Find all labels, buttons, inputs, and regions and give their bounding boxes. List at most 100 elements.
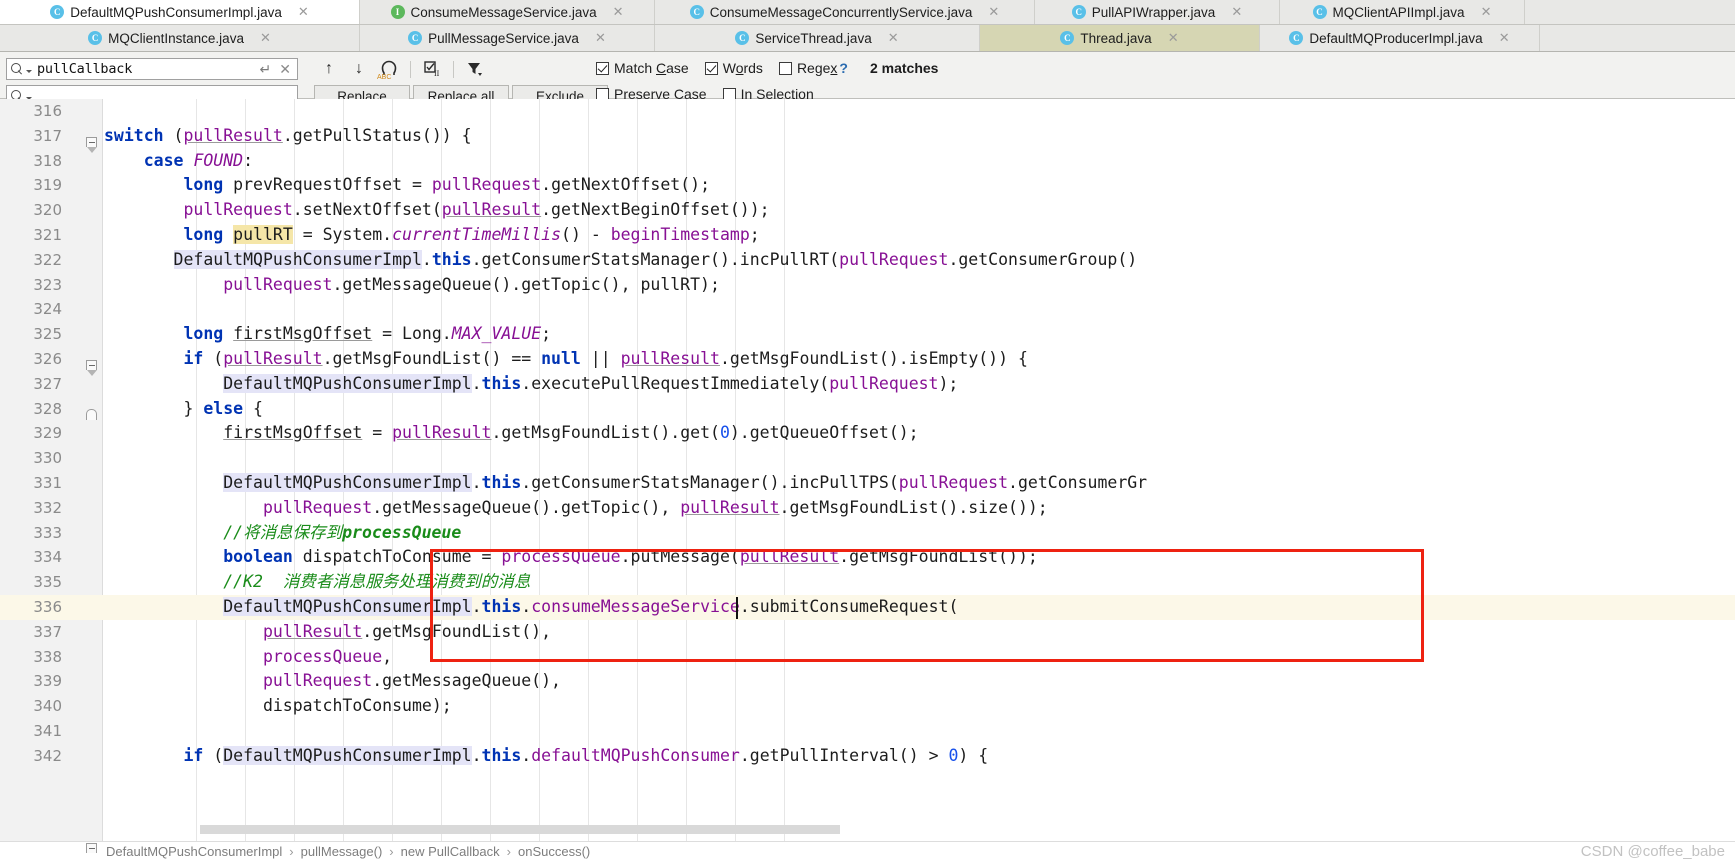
code-line[interactable]: 321 long pullRT = System.currentTimeMill… (0, 223, 1735, 248)
code-line-text: DefaultMQPushConsumerImpl.this.consumeMe… (223, 596, 959, 616)
editor-tab[interactable]: C DefaultMQPushConsumerImpl.java ✕ (0, 0, 360, 24)
code-line[interactable]: 317 switch (pullResult.getPullStatus()) { (0, 124, 1735, 149)
editor-tab[interactable]: C Thread.java ✕ (980, 25, 1260, 51)
breadcrumb-item[interactable]: pullMessage() (301, 844, 383, 859)
code-line[interactable]: 337 pullResult.getMsgFoundList(), (0, 620, 1735, 645)
search-history-chevron-icon[interactable] (26, 69, 32, 73)
breadcrumb-item[interactable]: onSuccess() (518, 844, 590, 859)
close-tab-icon[interactable]: ✕ (1168, 30, 1179, 46)
match-count-label: 2 matches (869, 60, 939, 76)
breadcrumb-item[interactable]: new PullCallback (401, 844, 500, 859)
close-tab-icon[interactable]: ✕ (260, 30, 271, 46)
line-number: 321 (33, 225, 62, 244)
editor-tab[interactable]: C MQClientInstance.java ✕ (0, 25, 360, 51)
find-window-glyph: II (424, 61, 440, 78)
line-number: 325 (33, 325, 62, 344)
code-line[interactable]: 325 long firstMsgOffset = Long.MAX_VALUE… (0, 322, 1735, 347)
line-number: 328 (33, 399, 62, 418)
close-tab-icon[interactable]: ✕ (1481, 4, 1492, 20)
filter-icon[interactable] (460, 57, 490, 81)
open-in-find-window-icon[interactable]: II (417, 57, 447, 81)
fold-marker-collapse[interactable] (86, 137, 97, 153)
close-tab-icon[interactable]: ✕ (613, 4, 624, 20)
close-tab-icon[interactable]: ✕ (1231, 4, 1242, 20)
code-line-text: switch (pullResult.getPullStatus()) { (104, 125, 472, 145)
words-checkbox[interactable]: Words (704, 60, 763, 76)
line-number: 334 (33, 548, 62, 567)
code-line[interactable]: 336 DefaultMQPushConsumerImpl.this.consu… (0, 594, 1735, 620)
close-tab-icon[interactable]: ✕ (1499, 30, 1510, 46)
find-navigation-icons: ↑ ↓ ABC II (314, 57, 490, 81)
close-tab-icon[interactable]: ✕ (298, 4, 309, 20)
editor-tab[interactable]: I ConsumeMessageService.java ✕ (360, 0, 655, 24)
regex-checkbox[interactable]: Regex (778, 60, 838, 76)
close-tab-icon[interactable]: ✕ (595, 30, 606, 46)
code-line[interactable]: 332 pullRequest.getMessageQueue().getTop… (0, 496, 1735, 521)
code-line[interactable]: 339 pullRequest.getMessageQueue(), (0, 669, 1735, 694)
horizontal-scrollbar[interactable] (200, 825, 840, 834)
code-editor[interactable]: 316 317 switch (pullResult.getPullStatus()… (0, 99, 1735, 853)
words-label: Words (722, 60, 763, 76)
editor-tab-label: PullMessageService.java (428, 30, 579, 46)
editor-tab[interactable]: C MQClientAPIImpl.java ✕ (1280, 0, 1525, 24)
code-line-text: long firstMsgOffset = Long.MAX_VALUE; (183, 324, 552, 344)
fold-marker-region[interactable] (86, 409, 97, 420)
funnel-glyph (468, 63, 482, 76)
close-tab-icon[interactable]: ✕ (888, 30, 899, 46)
code-line-text: pullRequest.getMessageQueue(), (262, 671, 561, 691)
editor-tab[interactable]: C PullMessageService.java ✕ (360, 25, 655, 51)
code-line-text: dispatchToConsume); (104, 696, 452, 716)
code-line[interactable]: 326 if (pullResult.getMsgFoundList() == … (0, 347, 1735, 372)
code-line[interactable]: 318 case FOUND: (0, 149, 1735, 174)
code-line-text: pullRequest.getMessageQueue().getTopic()… (262, 497, 1048, 517)
class-icon: C (1060, 31, 1075, 45)
code-line[interactable]: 330 (0, 446, 1735, 471)
code-line[interactable]: 329 firstMsgOffset = pullResult.getMsgFo… (0, 421, 1735, 446)
code-line-text: firstMsgOffset = pullResult.getMsgFoundL… (223, 423, 919, 443)
line-number: 322 (33, 250, 62, 269)
regex-label: Regex (796, 60, 838, 76)
code-line[interactable]: 335 //K2 消费者消息服务处理消费到的消息 (0, 570, 1735, 595)
breadcrumb-item[interactable]: DefaultMQPushConsumerImpl (106, 844, 282, 859)
code-line[interactable]: 324 (0, 297, 1735, 322)
class-icon: C (1312, 5, 1327, 19)
code-line[interactable]: 322 DefaultMQPushConsumerImpl.this.getCo… (0, 248, 1735, 273)
fold-marker-collapse[interactable] (86, 843, 98, 853)
editor-tab[interactable]: C ConsumeMessageConcurrentlyService.java ✕ (655, 0, 1035, 24)
regex-help-icon[interactable]: ? (839, 60, 848, 76)
code-line-text: //将消息保存到processQueue (223, 522, 462, 542)
line-number: 326 (33, 349, 62, 368)
code-line[interactable]: 320 pullRequest.setNextOffset(pullResult… (0, 198, 1735, 223)
match-case-checkbox[interactable]: Match Case (596, 60, 689, 76)
line-number: 320 (33, 201, 62, 220)
editor-tab[interactable]: C DefaultMQProducerImpl.java ✕ (1260, 25, 1540, 51)
code-line[interactable]: 340 dispatchToConsume); (0, 694, 1735, 719)
select-all-occurrences-icon[interactable]: ABC (374, 57, 404, 81)
code-lines[interactable]: 316 317 switch (pullResult.getPullStatus()… (0, 99, 1735, 853)
code-line[interactable]: 327 DefaultMQPushConsumerImpl.this.execu… (0, 372, 1735, 397)
clear-search-icon[interactable]: ✕ (279, 61, 291, 78)
code-line[interactable]: 319 long prevRequestOffset = pullRequest… (0, 173, 1735, 198)
editor-tab[interactable]: C ServiceThread.java ✕ (655, 25, 980, 51)
editor-tab[interactable]: C PullAPIWrapper.java ✕ (1035, 0, 1280, 24)
class-icon: C (1071, 5, 1086, 19)
close-tab-icon[interactable]: ✕ (988, 4, 999, 20)
search-input[interactable]: pullCallback ↵ ✕ (6, 58, 298, 80)
code-line[interactable]: 341 (0, 719, 1735, 744)
next-match-icon[interactable]: ↓ (344, 57, 374, 81)
line-number: 332 (33, 498, 62, 517)
fold-marker-collapse[interactable] (86, 360, 97, 376)
enter-key-icon[interactable]: ↵ (260, 61, 272, 78)
code-line[interactable]: 342 if (DefaultMQPushConsumerImpl.this.d… (0, 744, 1735, 769)
code-line[interactable]: 328 } else { (0, 397, 1735, 422)
code-line[interactable]: 316 (0, 99, 1735, 124)
code-line[interactable]: 333 //将消息保存到processQueue (0, 521, 1735, 546)
line-number: 318 (33, 151, 62, 170)
code-line[interactable]: 338 processQueue, (0, 645, 1735, 670)
code-line[interactable]: 331 DefaultMQPushConsumerImpl.this.getCo… (0, 471, 1735, 496)
code-line-text: long pullRT = System.currentTimeMillis()… (183, 224, 760, 244)
code-line-text: pullResult.getMsgFoundList(), (262, 621, 552, 641)
code-line[interactable]: 334 boolean dispatchToConsume = processQ… (0, 545, 1735, 570)
code-line[interactable]: 323 pullRequest.getMessageQueue().getTop… (0, 273, 1735, 298)
prev-match-icon[interactable]: ↑ (314, 57, 344, 81)
